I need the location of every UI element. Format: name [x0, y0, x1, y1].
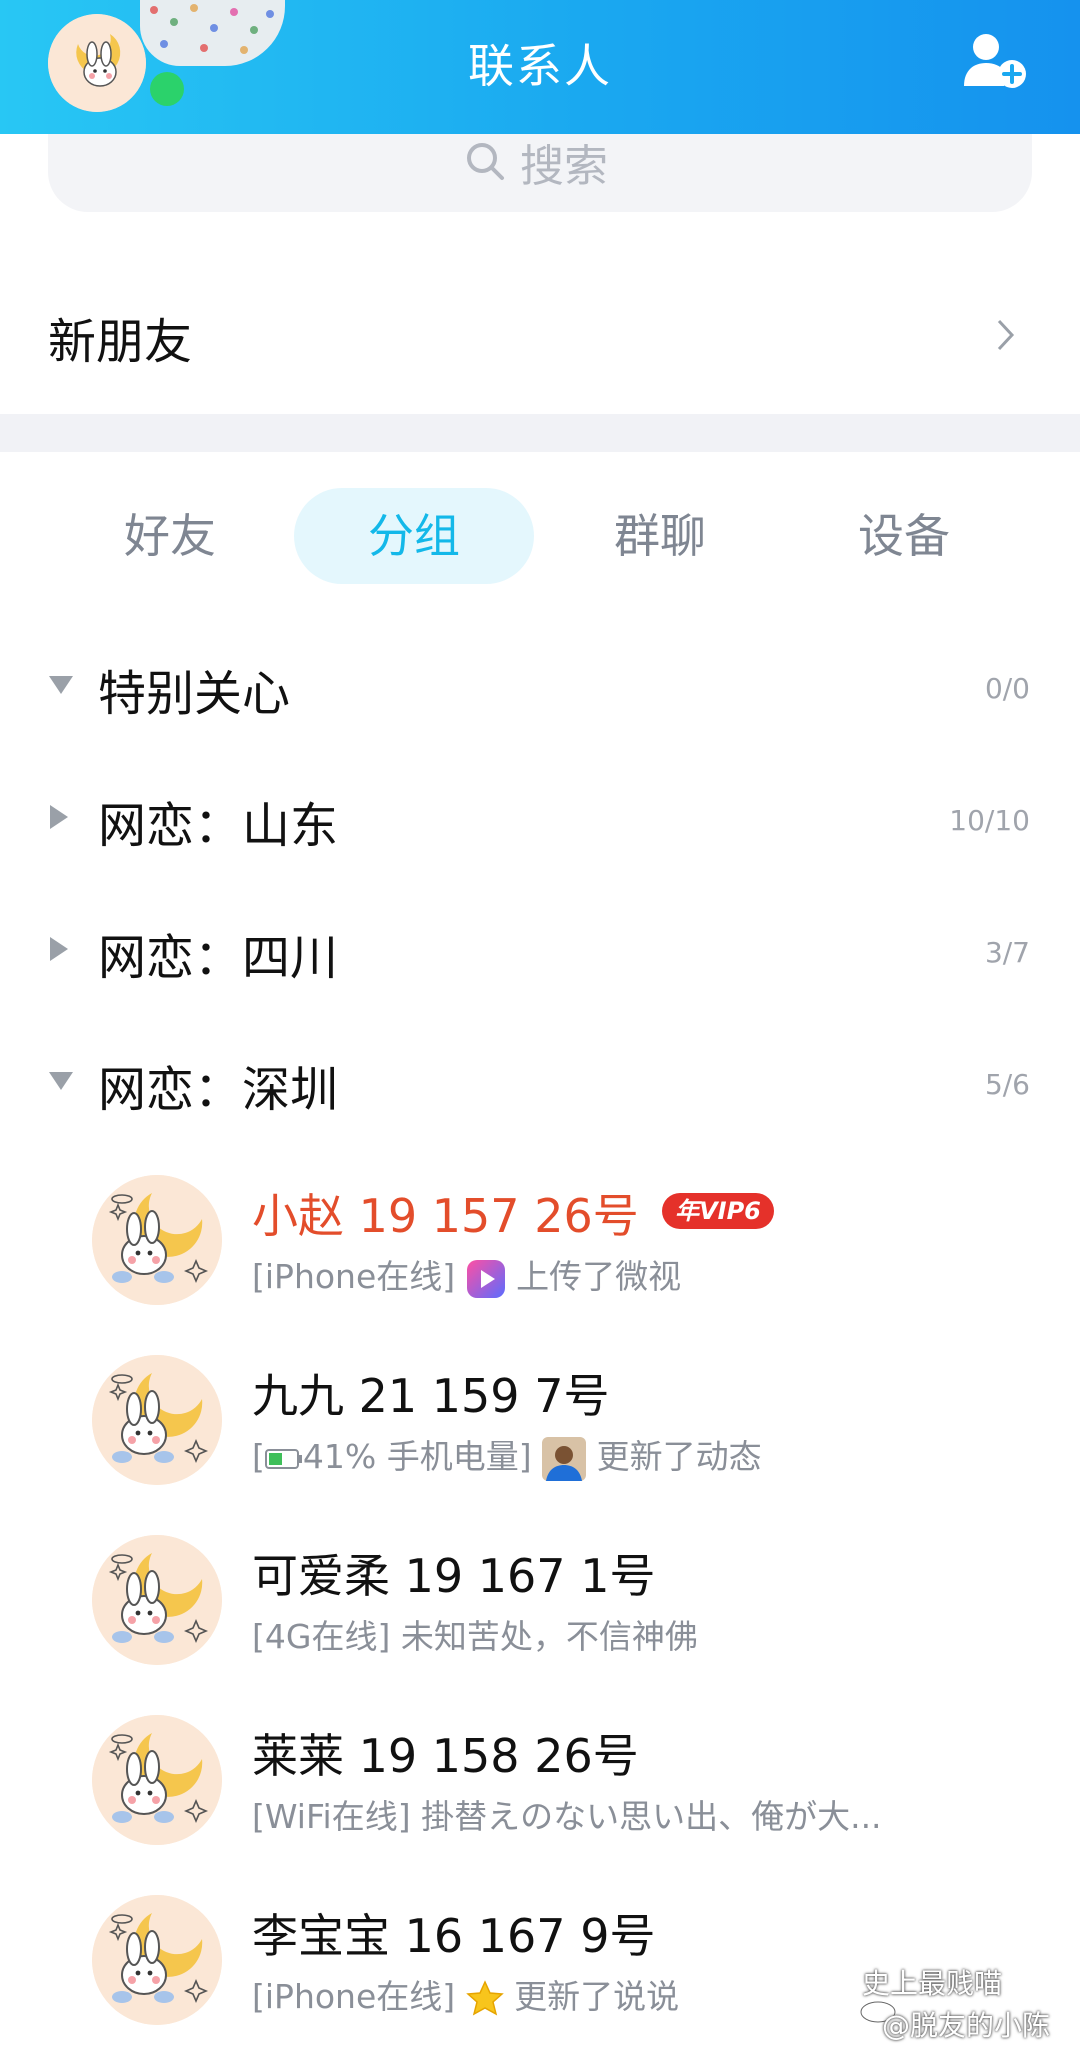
contact-status: [4G在线] 未知苦处，不信神佛 — [252, 1610, 698, 1658]
watermark-line2: @脱友的小陈 — [882, 2009, 1051, 2042]
contact-avatar — [92, 1175, 222, 1305]
star-icon — [465, 1979, 504, 2015]
page-title: 联系人 — [468, 39, 612, 93]
top-bar: 联系人 — [0, 0, 1080, 134]
group-name: 网恋：山东 — [98, 798, 339, 854]
status-text: 上传了微视 — [516, 1257, 682, 1296]
tab-groups[interactable]: 分组 — [294, 488, 534, 584]
contact-name: 莱莱 19 158 26号 — [252, 1729, 639, 1783]
group-name: 网恋：深圳 — [98, 1062, 339, 1118]
weishi-icon — [466, 1259, 505, 1298]
triangle-down-icon — [49, 676, 73, 694]
bunny-moon-avatar-icon — [92, 1715, 222, 1845]
status-text: 未知苦处，不信神佛 — [400, 1617, 698, 1656]
group-row-sichuan[interactable]: 网恋：四川 3/7 — [0, 894, 1080, 1004]
status-prefix: [4G在线] — [252, 1617, 391, 1656]
status-text: 更新了说说 — [514, 1977, 680, 2016]
contact-avatar — [92, 1535, 222, 1665]
status-text: 掛替えのない思い出、俺が大... — [421, 1797, 882, 1836]
status-prefix: [iPhone在线] — [252, 1257, 456, 1296]
contact-avatar — [92, 1355, 222, 1485]
group-count: 5/6 — [984, 1068, 1030, 1101]
tab-group-chats[interactable]: 群聊 — [586, 488, 734, 584]
triangle-right-icon — [50, 805, 68, 829]
contact-avatar — [92, 1895, 222, 2025]
contact-name: 九九 21 159 7号 — [252, 1369, 610, 1423]
status-prefix: [WiFi在线] — [252, 1797, 411, 1836]
contact-status: [WiFi在线] 掛替えのない思い出、俺が大... — [252, 1790, 882, 1838]
triangle-right-icon — [50, 937, 68, 961]
contact-status: [iPhone在线] 更新了说说 — [252, 1970, 679, 2018]
triangle-down-icon — [49, 1072, 73, 1090]
group-name: 特别关心 — [98, 666, 291, 722]
group-row-special[interactable]: 特别关心 0/0 — [0, 630, 1080, 740]
contact-name: 可爱柔 19 167 1号 — [252, 1549, 656, 1603]
add-contact-button[interactable] — [962, 30, 1028, 90]
bunny-moon-avatar-icon — [92, 1535, 222, 1665]
bunny-moon-avatar-icon — [92, 1355, 222, 1485]
status-prefix: [ — [252, 1437, 265, 1476]
vip-badge: 年VIP6 — [662, 1193, 774, 1229]
battery-icon — [264, 1448, 302, 1469]
group-name: 网恋：四川 — [98, 930, 339, 986]
battery-text: 41% 手机电量] — [302, 1437, 532, 1476]
contact-name: 小赵 19 157 26号 — [252, 1189, 639, 1243]
contact-avatar — [92, 1715, 222, 1845]
search-icon — [467, 143, 504, 180]
status-text: 更新了动态 — [596, 1437, 762, 1476]
group-count: 3/7 — [984, 936, 1030, 969]
section-divider — [0, 414, 1080, 452]
bunny-moon-avatar-icon — [92, 1895, 222, 2025]
contact-status: [ 41% 手机电量] 更新了动态 — [252, 1430, 762, 1481]
search-placeholder: 搜索 — [520, 141, 608, 192]
group-count: 10/10 — [949, 804, 1030, 837]
tab-friends[interactable]: 好友 — [96, 488, 244, 584]
new-friends-label: 新朋友 — [48, 314, 193, 370]
chevron-right-icon — [997, 319, 1015, 351]
contact-name: 李宝宝 16 167 9号 — [252, 1909, 656, 1963]
contact-status: [iPhone在线] 上传了微视 — [252, 1250, 681, 1299]
bunny-moon-avatar-icon — [92, 1175, 222, 1305]
group-count: 0/0 — [984, 672, 1030, 705]
add-user-icon — [964, 34, 1026, 88]
status-prefix: [iPhone在线] — [252, 1977, 456, 2016]
tab-devices[interactable]: 设备 — [830, 488, 978, 584]
group-row-shenzhen[interactable]: 网恋：深圳 5/6 — [0, 1026, 1080, 1136]
group-row-shandong[interactable]: 网恋：山东 10/10 — [0, 762, 1080, 872]
avatar-thumb-icon — [542, 1436, 587, 1481]
